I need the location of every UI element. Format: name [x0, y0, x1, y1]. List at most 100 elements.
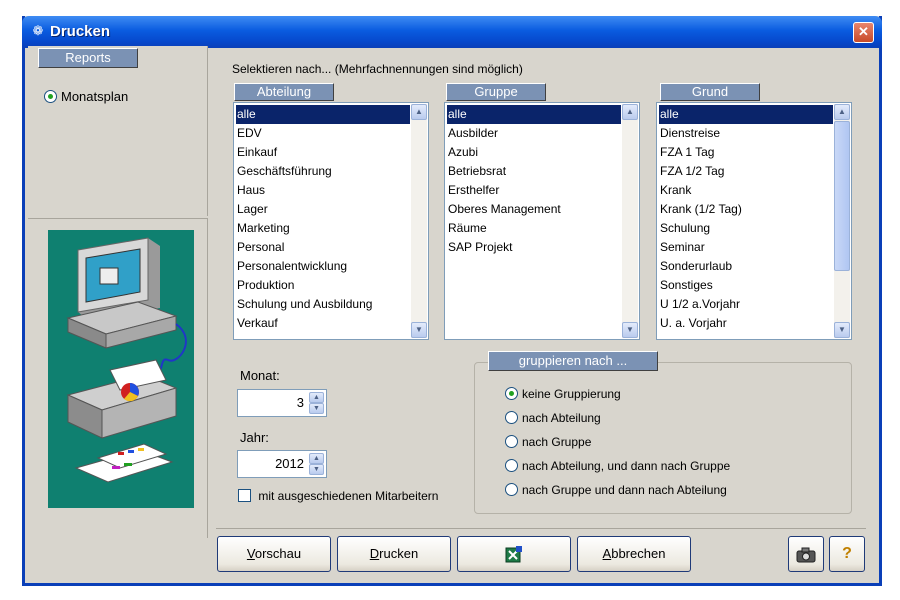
- list-item[interactable]: U 1/2 a.Vorjahr: [659, 295, 833, 314]
- list-item[interactable]: Seminar: [659, 238, 833, 257]
- list-item[interactable]: Verkauf: [236, 314, 410, 333]
- grouping-option-department-then-group[interactable]: nach Abteilung, und dann nach Gruppe: [505, 458, 730, 473]
- list-item[interactable]: Räume: [447, 219, 621, 238]
- scroll-down-icon[interactable]: ▼: [622, 322, 638, 338]
- radio-button[interactable]: [505, 483, 518, 497]
- grouping-option-label: keine Gruppierung: [522, 386, 621, 401]
- grouping-option-label: nach Abteilung: [522, 410, 601, 425]
- reports-panel: [28, 46, 208, 216]
- include-departed-option[interactable]: mit ausgeschiedenen Mitarbeitern: [238, 488, 438, 503]
- list-item[interactable]: Produktion: [236, 276, 410, 295]
- cancel-label: bbrechen: [611, 546, 666, 561]
- reports-header: Reports: [38, 48, 138, 68]
- list-item[interactable]: Sonstiges: [659, 276, 833, 295]
- gruppe-listbox[interactable]: alle Ausbilder Azubi Betriebsrat Ersthel…: [444, 102, 640, 340]
- spin-up-icon[interactable]: ▲: [309, 453, 324, 464]
- abteilung-scrollbar[interactable]: ▲ ▼: [411, 104, 427, 338]
- list-item[interactable]: Geschäftsführung: [236, 162, 410, 181]
- scroll-down-icon[interactable]: ▼: [834, 322, 850, 338]
- list-item[interactable]: Ausbilder: [447, 124, 621, 143]
- list-item[interactable]: Sonderurlaub: [659, 257, 833, 276]
- list-item[interactable]: FZA 1 Tag: [659, 143, 833, 162]
- scroll-thumb[interactable]: [834, 121, 850, 271]
- radio-button[interactable]: [505, 459, 518, 473]
- excel-export-button[interactable]: [457, 536, 571, 572]
- year-label: Jahr:: [240, 430, 269, 445]
- cancel-button[interactable]: Abbrechen: [577, 536, 691, 572]
- month-label: Monat:: [240, 368, 280, 383]
- list-item[interactable]: FZA 1/2 Tag: [659, 162, 833, 181]
- scroll-up-icon[interactable]: ▲: [622, 104, 638, 120]
- scroll-up-icon[interactable]: ▲: [834, 104, 850, 120]
- close-icon: ✕: [858, 24, 869, 39]
- printer-illustration: [48, 230, 194, 508]
- list-item[interactable]: Dienstreise: [659, 124, 833, 143]
- list-item[interactable]: SAP Projekt: [447, 238, 621, 257]
- radio-button[interactable]: [505, 411, 518, 425]
- list-item[interactable]: Azubi: [447, 143, 621, 162]
- spin-down-icon[interactable]: ▼: [309, 464, 324, 475]
- month-input[interactable]: 3 ▲ ▼: [237, 389, 327, 417]
- scroll-down-icon[interactable]: ▼: [411, 322, 427, 338]
- spin-down-icon[interactable]: ▼: [309, 403, 324, 414]
- print-button[interactable]: Drucken: [337, 536, 451, 572]
- year-input[interactable]: 2012 ▲ ▼: [237, 450, 327, 478]
- help-button[interactable]: ?: [829, 536, 865, 572]
- include-departed-checkbox[interactable]: [238, 489, 251, 503]
- year-spinner[interactable]: ▲ ▼: [309, 453, 324, 475]
- gruppe-header: Gruppe: [446, 83, 546, 101]
- radio-button[interactable]: [505, 435, 518, 449]
- list-item[interactable]: EDV: [236, 124, 410, 143]
- list-item[interactable]: Krank (1/2 Tag): [659, 200, 833, 219]
- list-item[interactable]: Ersthelfer: [447, 181, 621, 200]
- grouping-option-group[interactable]: nach Gruppe: [505, 434, 591, 449]
- camera-icon: [796, 547, 816, 563]
- list-item[interactable]: Krank: [659, 181, 833, 200]
- grund-header: Grund: [660, 83, 760, 101]
- grund-scrollbar[interactable]: ▲ ▼: [834, 104, 850, 338]
- grund-listbox[interactable]: alle Dienstreise FZA 1 Tag FZA 1/2 Tag K…: [656, 102, 852, 340]
- report-option-label: Monatsplan: [61, 89, 129, 105]
- grouping-option-department[interactable]: nach Abteilung: [505, 410, 601, 425]
- grouping-option-group-then-department[interactable]: nach Gruppe und dann nach Abteilung: [505, 482, 727, 497]
- list-item[interactable]: Schulung und Ausbildung: [236, 295, 410, 314]
- list-item[interactable]: Marketing: [236, 219, 410, 238]
- preview-mnemonic: V: [246, 546, 255, 561]
- print-label: rucken: [379, 546, 419, 561]
- title-bar[interactable]: ❁ Drucken ✕: [22, 16, 882, 48]
- selection-instruction: Selektieren nach... (Mehrfachnennungen s…: [232, 62, 523, 76]
- radio-button[interactable]: [505, 387, 518, 401]
- report-option-monatsplan[interactable]: Monatsplan: [44, 88, 128, 104]
- excel-export-icon: [505, 545, 522, 563]
- gruppe-scrollbar[interactable]: ▲ ▼: [622, 104, 638, 338]
- preview-label: orschau: [254, 546, 302, 561]
- list-item[interactable]: Betriebsrat: [447, 162, 621, 181]
- abteilung-listbox[interactable]: alle EDV Einkauf Geschäftsführung Haus L…: [233, 102, 429, 340]
- list-item[interactable]: U. a. Vorjahr: [659, 314, 833, 333]
- app-icon: ❁: [32, 23, 44, 38]
- list-item[interactable]: Personalentwicklung: [236, 257, 410, 276]
- camera-button[interactable]: [788, 536, 824, 572]
- month-spinner[interactable]: ▲ ▼: [309, 392, 324, 414]
- list-item[interactable]: alle: [659, 105, 833, 124]
- spin-up-icon[interactable]: ▲: [309, 392, 324, 403]
- radio-monatsplan[interactable]: [44, 90, 57, 104]
- preview-button[interactable]: Vorschau: [217, 536, 331, 572]
- list-item[interactable]: alle: [447, 105, 621, 124]
- close-button[interactable]: ✕: [853, 22, 874, 43]
- month-value: 3: [296, 395, 304, 410]
- scroll-up-icon[interactable]: ▲: [411, 104, 427, 120]
- list-item[interactable]: Lager: [236, 200, 410, 219]
- include-departed-label: mit ausgeschiedenen Mitarbeitern: [258, 488, 439, 503]
- grouping-option-none[interactable]: keine Gruppierung: [505, 386, 621, 401]
- list-item[interactable]: Personal: [236, 238, 410, 257]
- list-item[interactable]: Oberes Management: [447, 200, 621, 219]
- list-item[interactable]: Schulung: [659, 219, 833, 238]
- list-item[interactable]: Haus: [236, 181, 410, 200]
- window-title: Drucken: [50, 23, 111, 40]
- print-mnemonic: D: [369, 546, 380, 561]
- list-item[interactable]: alle: [236, 105, 410, 124]
- bottom-divider: [216, 528, 866, 529]
- grouping-header: gruppieren nach ...: [488, 351, 658, 371]
- list-item[interactable]: Einkauf: [236, 143, 410, 162]
